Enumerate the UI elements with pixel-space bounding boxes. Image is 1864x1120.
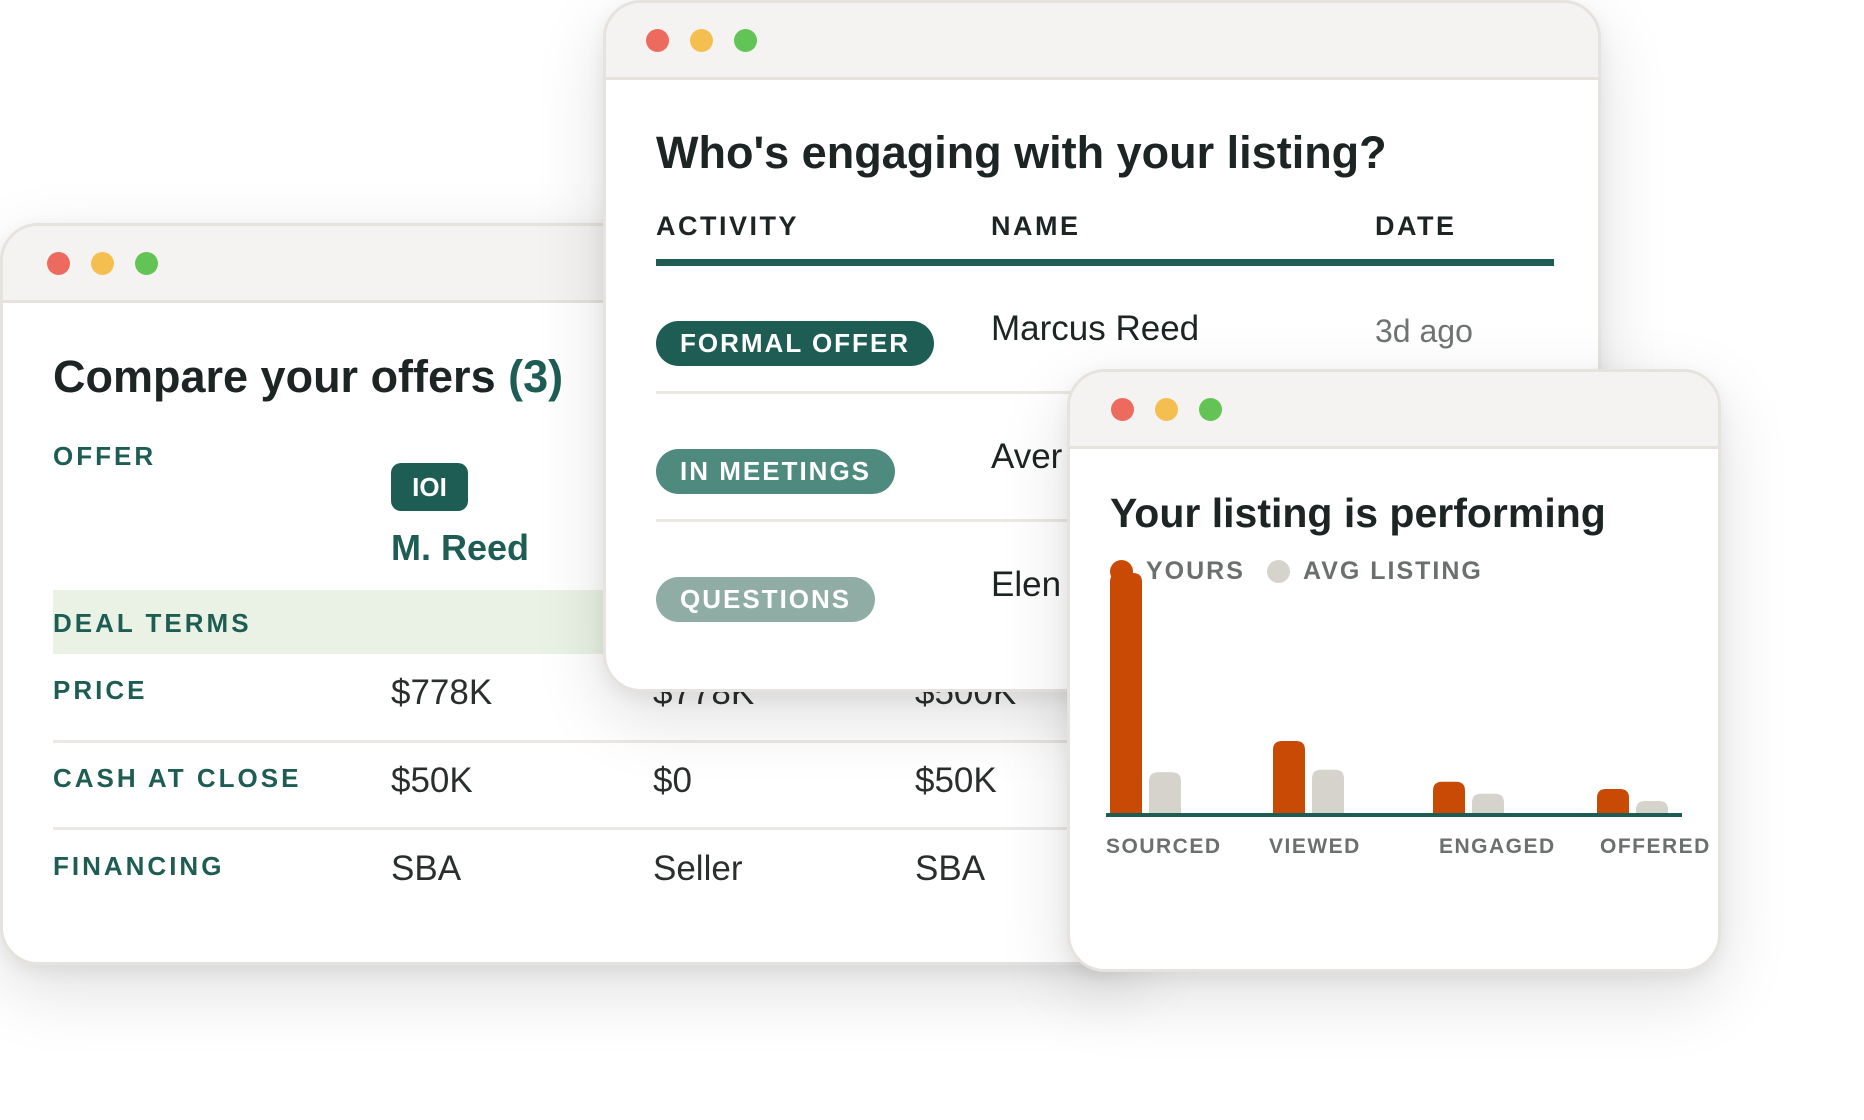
bar-offered-avg-listing — [1636, 801, 1668, 813]
financing-value: Seller — [653, 849, 743, 888]
bar-engaged-yours — [1433, 781, 1465, 813]
performance-bar-chart: SOURCED VIEWED ENGAGED OFFERED — [1106, 573, 1711, 858]
bar-viewed-avg-listing — [1312, 769, 1344, 813]
column-header-date: DATE — [1375, 211, 1457, 241]
activity-badge-in-meetings: IN MEETINGS — [656, 449, 896, 494]
offers-count: (3) — [508, 351, 564, 402]
financing-value: SBA — [915, 849, 986, 888]
cash-at-close-value: $0 — [653, 761, 692, 800]
page-title: Compare your offers (3) — [53, 351, 563, 403]
engager-name[interactable]: Marcus Reed — [991, 309, 1199, 349]
column-header-name: NAME — [991, 211, 1081, 241]
cash-at-close-label: CASH AT CLOSE — [53, 763, 302, 793]
engagement-title: Who's engaging with your listing? — [656, 127, 1387, 178]
engager-name[interactable]: Aver — [991, 437, 1062, 477]
header-divider — [656, 259, 1554, 266]
offer-buyer-name[interactable]: M. Reed — [391, 527, 529, 569]
deal-terms-label: DEAL TERMS — [53, 608, 252, 638]
bar-viewed-yours — [1273, 741, 1305, 813]
row-divider — [53, 740, 1137, 743]
minimize-window-button[interactable] — [690, 29, 713, 52]
close-window-button[interactable] — [646, 29, 669, 52]
offer-column-label: OFFER — [53, 441, 157, 471]
offers-title-text: Compare your offers — [53, 351, 496, 402]
bar-sourced-avg-listing — [1149, 772, 1181, 813]
offer-type-badge: IOI — [391, 463, 468, 511]
maximize-window-button[interactable] — [734, 29, 757, 52]
price-label: PRICE — [53, 675, 148, 705]
engagement-date: 3d ago — [1375, 313, 1473, 349]
maximize-window-button[interactable] — [135, 252, 158, 275]
minimize-window-button[interactable] — [91, 252, 114, 275]
window-titlebar — [606, 3, 1598, 80]
bar-engaged-avg-listing — [1472, 793, 1504, 813]
cash-at-close-value: $50K — [915, 761, 997, 800]
bar-sourced-yours — [1110, 573, 1142, 813]
financing-value: SBA — [391, 849, 462, 888]
bar-offered-yours — [1597, 789, 1629, 813]
activity-badge-formal-offer: FORMAL OFFER — [656, 321, 935, 366]
cash-at-close-value: $50K — [391, 761, 473, 800]
activity-badge-questions: QUESTIONS — [656, 577, 876, 622]
x-axis-tick-label: VIEWED — [1269, 835, 1361, 858]
row-divider — [53, 827, 1137, 830]
x-axis-tick-label: SOURCED — [1106, 835, 1222, 858]
financing-label: FINANCING — [53, 851, 225, 881]
close-window-button[interactable] — [47, 252, 70, 275]
price-value: $778K — [391, 673, 493, 712]
engager-name[interactable]: Elen — [991, 565, 1061, 605]
column-header-activity: ACTIVITY — [656, 211, 800, 241]
performance-window: Your listing is performing YOURS AVG LIS… — [1067, 369, 1721, 972]
x-axis-tick-label: ENGAGED — [1439, 835, 1556, 858]
x-axis-tick-label: OFFERED — [1600, 835, 1711, 858]
